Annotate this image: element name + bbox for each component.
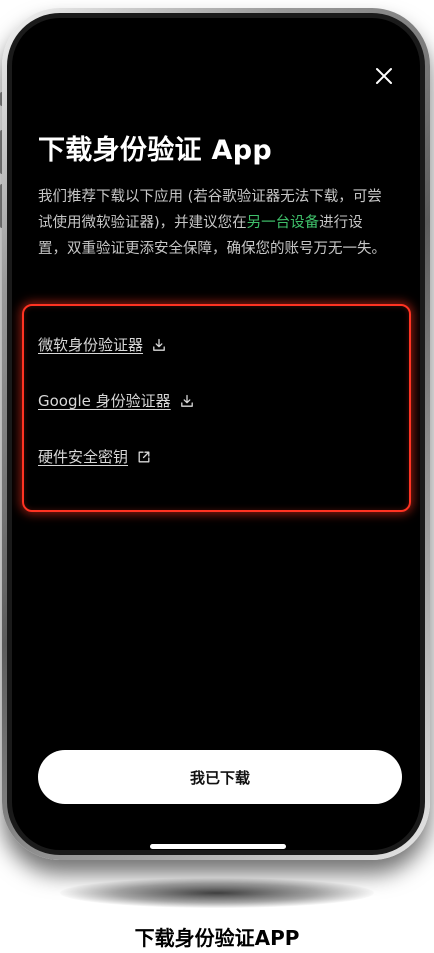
caption-text: 下载身份验证APP: [134, 926, 300, 950]
another-device-link[interactable]: 另一台设备: [247, 215, 320, 231]
microsoft-authenticator-link[interactable]: 微软身份验证器: [38, 334, 166, 355]
close-icon: [376, 68, 392, 84]
home-indicator: [150, 844, 286, 849]
description-text: 我们推荐下载以下应用 (若谷歌验证器无法下载，可尝试使用微软验证器)，并建议您在…: [38, 184, 386, 262]
downloaded-button[interactable]: 我已下载: [38, 750, 402, 804]
app-link-label: 硬件安全密钥: [38, 448, 129, 466]
phone-frame: 下载身份验证 App 我们推荐下载以下应用 (若谷歌验证器无法下载，可尝试使用微…: [2, 8, 430, 860]
app-link-label: Google 身份验证器: [38, 392, 171, 410]
external-link-icon: [138, 451, 150, 462]
download-icon: [153, 338, 165, 351]
google-authenticator-link[interactable]: Google 身份验证器: [38, 390, 194, 411]
page-title: 下载身份验证 App: [38, 135, 272, 166]
close-button[interactable]: [370, 62, 398, 90]
promo-stage: 下载身份验证 App 我们推荐下载以下应用 (若谷歌验证器无法下载，可尝试使用微…: [0, 0, 434, 953]
hardware-security-key-link[interactable]: 硬件安全密钥: [38, 446, 151, 467]
download-icon: [180, 394, 193, 407]
phone-screen: 下载身份验证 App 我们推荐下载以下应用 (若谷歌验证器无法下载，可尝试使用微…: [12, 18, 420, 850]
app-link-label: 微软身份验证器: [38, 336, 144, 354]
phone-shadow: [60, 878, 374, 908]
